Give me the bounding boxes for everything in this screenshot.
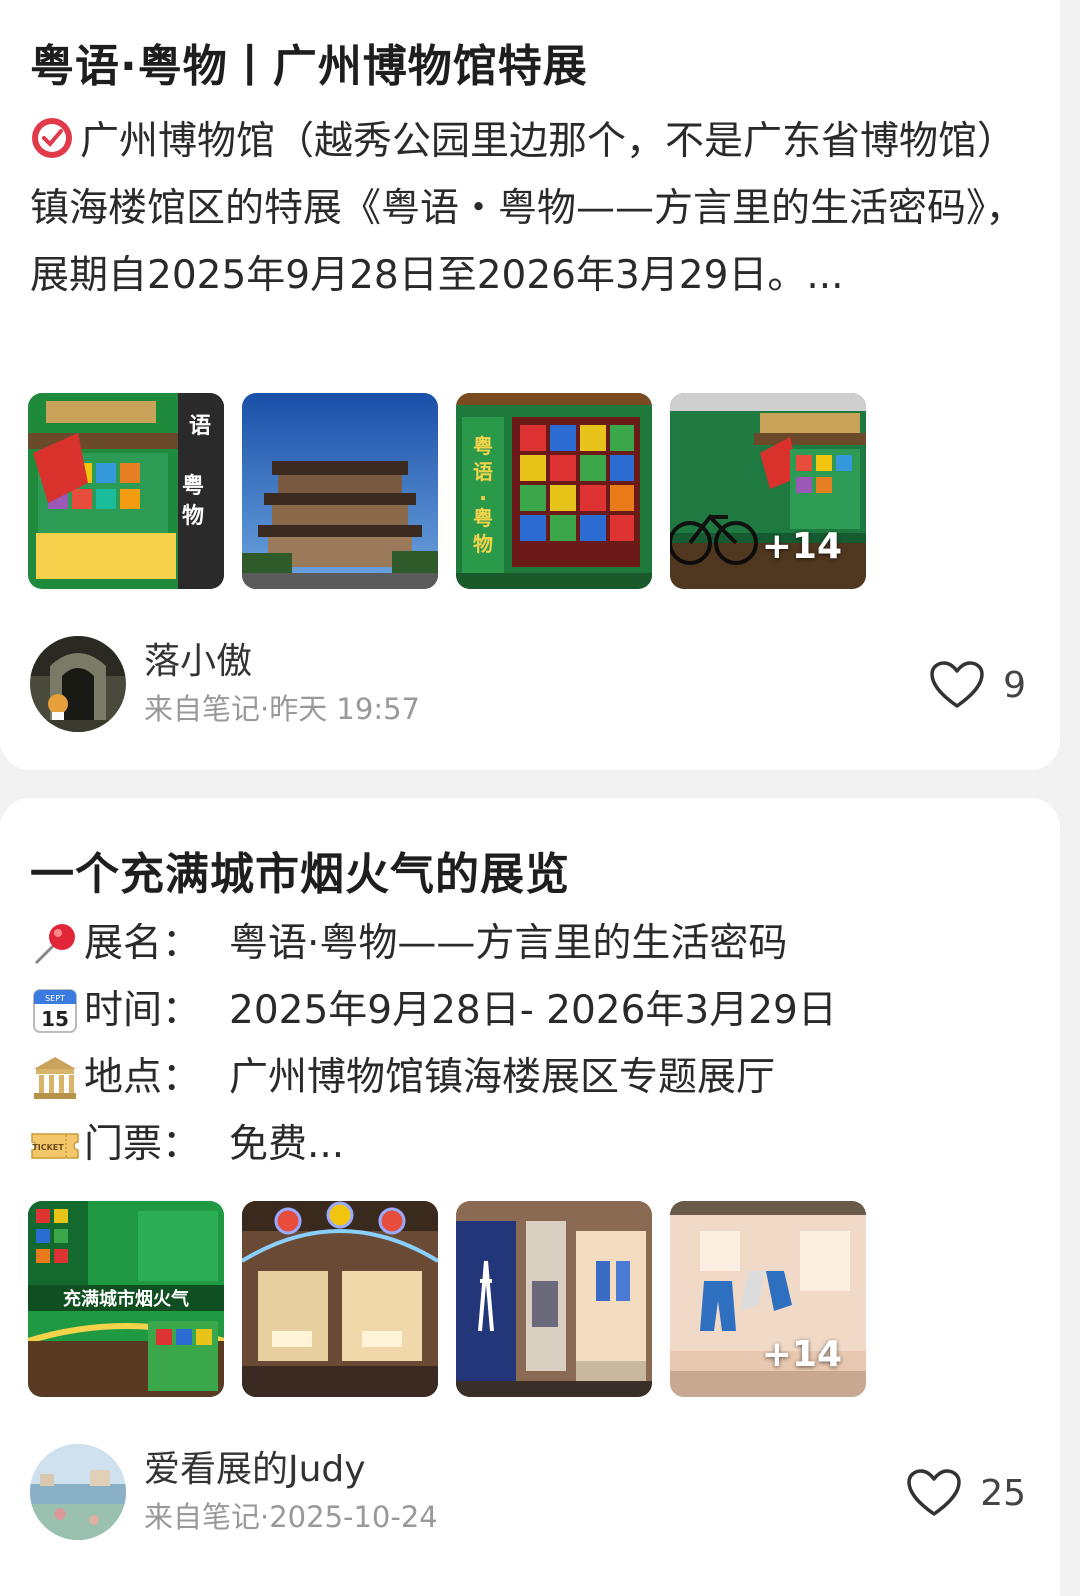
like-button[interactable]: 9 xyxy=(929,660,1026,710)
note-feed: 粤语·粤物丨广州博物馆特展 广州博物馆（越秀公园里边那个，不是广东省博物馆）镇海… xyxy=(0,0,1080,1596)
info-line-exhibition: 展名： 粤语·粤物——方言里的生活密码 xyxy=(30,910,837,977)
exhibit-storefront-photo: 语 粤 物 xyxy=(28,393,224,589)
lantern-arch-hall-photo xyxy=(242,1201,438,1397)
post-title[interactable]: 一个充满城市烟火气的展览 xyxy=(30,838,570,902)
svg-text:充满城市烟火气: 充满城市烟火气 xyxy=(63,1288,189,1310)
zhenhai-tower-photo xyxy=(242,393,438,589)
svg-text:语: 语 xyxy=(189,414,211,439)
svg-text:物: 物 xyxy=(473,532,493,556)
ticket-icon: TICKET xyxy=(31,1132,79,1159)
info-value: 广州博物馆镇海楼展区专题展厅 xyxy=(229,1055,776,1100)
post-image[interactable] xyxy=(242,1201,438,1397)
post-source-time: 来自笔记·2025-10-24 xyxy=(144,1500,438,1534)
post-excerpt[interactable]: 广州博物馆（越秀公园里边那个，不是广东省博物馆）镇海楼馆区的特展《粤语・粤物——… xyxy=(30,108,1030,309)
heart-icon xyxy=(930,661,984,708)
info-label: 时间： xyxy=(84,988,202,1033)
calendar-icon: SEPT 15 xyxy=(33,988,77,1033)
avatar[interactable] xyxy=(30,636,126,732)
user-avatar-image xyxy=(30,636,126,732)
classical-building-icon xyxy=(34,1056,76,1099)
post-card[interactable]: 一个充满城市烟火气的展览 展名： 粤语·粤物——方言里的生活密码 SEPT 15 xyxy=(0,798,1060,1596)
more-images-badge: +14 xyxy=(761,526,842,567)
avatar[interactable] xyxy=(30,1444,126,1540)
post-source-time: 来自笔记·昨天 19:57 xyxy=(144,692,421,726)
svg-text:SEPT: SEPT xyxy=(45,994,65,1003)
author-name[interactable]: 落小傲 xyxy=(144,637,420,687)
clothing-display-photo xyxy=(456,1201,652,1397)
round-pushpin-icon xyxy=(32,118,72,158)
info-line-ticket: TICKET 门票： 免费... xyxy=(30,1111,837,1178)
like-count: 9 xyxy=(1003,664,1026,706)
post-excerpt[interactable]: 展名： 粤语·粤物——方言里的生活密码 SEPT 15 时间： 2025年9月2… xyxy=(30,910,837,1178)
post-image[interactable]: +14 xyxy=(670,393,866,589)
post-image[interactable] xyxy=(456,1201,652,1397)
svg-text:语: 语 xyxy=(473,460,493,484)
post-card[interactable]: 粤语·粤物丨广州博物馆特展 广州博物馆（越秀公园里边那个，不是广东省博物馆）镇海… xyxy=(0,0,1060,770)
svg-text:TICKET: TICKET xyxy=(32,1143,64,1152)
image-grid: 充满城市烟火气 +14 xyxy=(28,1201,866,1397)
info-label: 展名： xyxy=(84,921,202,966)
info-line-time: SEPT 15 时间： 2025年9月28日- 2026年3月29日 xyxy=(30,977,837,1044)
more-images-badge: +14 xyxy=(761,1334,842,1375)
image-grid: 语 粤 物 粤 语 · 粤 物 +14 xyxy=(28,393,866,589)
info-value: 粤语·粤物——方言里的生活密码 xyxy=(229,921,788,966)
heart-icon xyxy=(907,1469,961,1516)
post-image[interactable] xyxy=(242,393,438,589)
info-label: 门票： xyxy=(84,1122,202,1167)
info-line-location: 地点： 广州博物馆镇海楼展区专题展厅 xyxy=(30,1044,837,1111)
info-label: 地点： xyxy=(84,1055,202,1100)
author-info[interactable]: 落小傲 来自笔记·昨天 19:57 xyxy=(30,636,420,732)
post-title[interactable]: 粤语·粤物丨广州博物馆特展 xyxy=(30,30,588,94)
svg-text:粤: 粤 xyxy=(473,434,493,458)
like-button[interactable]: 25 xyxy=(906,1468,1026,1518)
like-count: 25 xyxy=(980,1472,1026,1514)
round-pushpin-icon xyxy=(34,923,75,964)
author-name[interactable]: 爱看展的Judy xyxy=(144,1445,438,1495)
post-image[interactable]: 充满城市烟火气 xyxy=(28,1201,224,1397)
post-excerpt-text: 广州博物馆（越秀公园里边那个，不是广东省博物馆）镇海楼馆区的特展《粤语・粤物——… xyxy=(30,119,1025,298)
info-value: 免费... xyxy=(229,1122,345,1167)
user-avatar-image xyxy=(30,1444,126,1540)
author-info[interactable]: 爱看展的Judy 来自笔记·2025-10-24 xyxy=(30,1444,438,1540)
green-exhibit-entrance-photo: 充满城市烟火气 xyxy=(28,1201,224,1397)
post-image[interactable]: 粤 语 · 粤 物 xyxy=(456,393,652,589)
svg-text:15: 15 xyxy=(41,1007,69,1031)
svg-text:物: 物 xyxy=(182,503,204,529)
stained-glass-window-photo: 粤 语 · 粤 物 xyxy=(456,393,652,589)
svg-text:粤: 粤 xyxy=(182,473,204,499)
post-image[interactable]: 语 粤 物 xyxy=(28,393,224,589)
post-image[interactable]: +14 xyxy=(670,1201,866,1397)
svg-text:粤: 粤 xyxy=(473,506,493,530)
info-value: 2025年9月28日- 2026年3月29日 xyxy=(229,988,837,1033)
